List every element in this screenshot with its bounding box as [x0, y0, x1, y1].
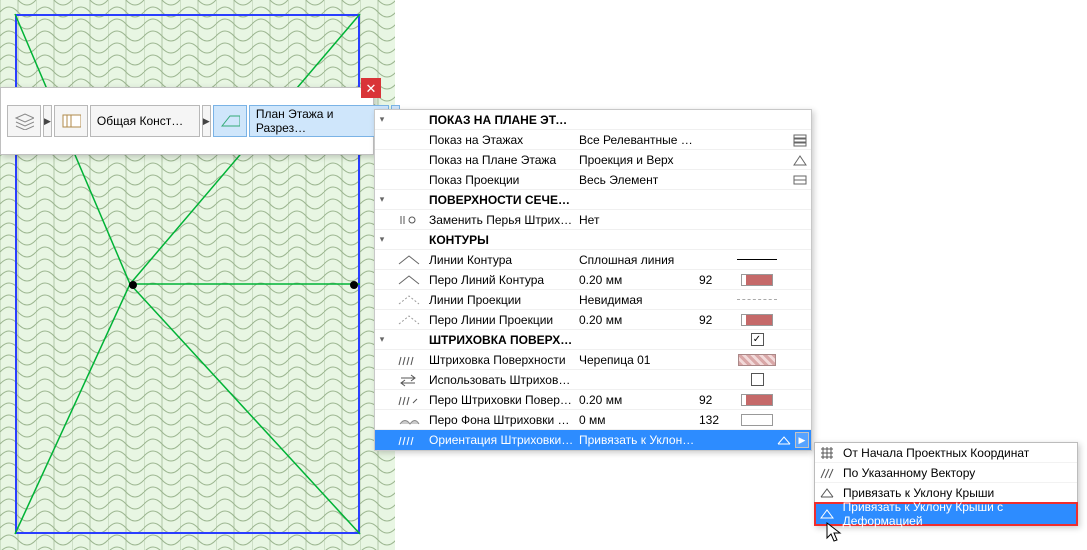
projection-icon — [791, 152, 809, 168]
pen-override-icon — [389, 213, 429, 227]
line-sample-dashed — [737, 299, 777, 300]
section-header-outlines[interactable]: ▾ КОНТУРЫ — [375, 230, 811, 250]
prop-override-pens[interactable]: Заменить Перья Штрихо… Нет — [375, 210, 811, 230]
hatch-small-icon — [817, 466, 837, 480]
pen-swatch — [741, 394, 773, 406]
pen-swatch — [741, 274, 773, 286]
line-sample-solid — [737, 259, 777, 260]
plan-label: План Этажа и Разрез… — [256, 107, 382, 135]
prop-projection-pen[interactable]: Перо Линии Проекции 0.20 мм 92 — [375, 310, 811, 330]
prop-fill-orientation[interactable]: Ориентация Штриховки … Привязать к Уклон… — [375, 430, 811, 450]
structure-label: Общая Конст… — [97, 114, 183, 128]
structure-expand-button[interactable]: ▶ — [202, 105, 211, 137]
section-header-floorplan[interactable]: ▾ ПОКАЗ НА ПЛАНЕ ЭТАЖА — [375, 110, 811, 130]
ctx-option-roof-slope-distort[interactable]: Привязать к Уклону Крыши с Деформацией — [816, 504, 1076, 524]
ctx-option-origin[interactable]: От Начала Проектных Координат — [815, 443, 1077, 463]
cover-enable-checkbox[interactable]: ✓ — [751, 333, 764, 346]
bg-pen-icon — [389, 413, 429, 427]
hatch-orient-icon — [389, 433, 429, 447]
pen-swatch — [741, 314, 773, 326]
line-icon — [389, 253, 429, 267]
pen-icon — [389, 313, 429, 327]
story-icon — [791, 132, 809, 148]
close-button[interactable]: ✕ — [361, 78, 381, 98]
structure-dropdown[interactable]: Общая Конст… — [90, 105, 200, 137]
use-fill-checkbox[interactable] — [751, 373, 764, 386]
prop-floorplan-display[interactable]: Показ на Плане Этажа Проекция и Верх — [375, 150, 811, 170]
properties-panel: ▾ ПОКАЗ НА ПЛАНЕ ЭТАЖА Показ на Этажах В… — [374, 109, 812, 451]
prop-show-projection[interactable]: Показ Проекции Весь Элемент — [375, 170, 811, 190]
prop-cover-bg-pen[interactable]: Перо Фона Штриховки П… 0 мм 132 — [375, 410, 811, 430]
hatch-icon — [389, 353, 429, 367]
layer-expand-button[interactable]: ▶ — [43, 105, 52, 137]
prop-projection-lines[interactable]: Линии Проекции Невидимая — [375, 290, 811, 310]
prop-contour-pen[interactable]: Перо Линий Контура 0.20 мм 92 — [375, 270, 811, 290]
pen-icon — [389, 273, 429, 287]
roof-outline-icon — [817, 486, 837, 500]
node-handle[interactable] — [129, 281, 137, 289]
fill-orientation-submenu: От Начала Проектных Координат По Указанн… — [814, 442, 1078, 526]
settings-toolbar-dialog: ✕ ▶ Общая Конст… ▶ План Этажа и Разрез… … — [0, 87, 374, 155]
submenu-arrow-button[interactable]: ▶ — [795, 432, 809, 448]
section-header-cut[interactable]: ▾ ПОВЕРХНОСТИ СЕЧЕНИЯ — [375, 190, 811, 210]
prop-cover-fill-pen[interactable]: Перо Штриховки Поверх… 0.20 мм 92 — [375, 390, 811, 410]
prop-show-on-stories[interactable]: Показ на Этажах Все Релевантные Э… — [375, 130, 811, 150]
ctx-option-vector[interactable]: По Указанному Вектору — [815, 463, 1077, 483]
hatch-pen-icon — [389, 393, 429, 407]
structure-icon-button[interactable] — [54, 105, 88, 137]
roof-slope-icon — [775, 433, 793, 447]
prop-cover-fill[interactable]: Штриховка Поверхности Черепица 01 — [375, 350, 811, 370]
element-icon — [791, 172, 809, 188]
line-icon — [389, 293, 429, 307]
plan-icon-button[interactable] — [213, 105, 247, 137]
section-header-cover[interactable]: ▾ ШТРИХОВКА ПОВЕРХНОСТЕЙ ✓ — [375, 330, 811, 350]
roof-filled-icon — [818, 507, 837, 521]
layer-icon-button[interactable] — [7, 105, 41, 137]
pen-swatch — [741, 414, 773, 426]
mouse-cursor — [826, 522, 844, 549]
swap-icon — [389, 373, 429, 387]
grid-icon — [817, 446, 837, 460]
hatch-sample — [738, 354, 776, 366]
node-handle[interactable] — [350, 281, 358, 289]
prop-contour-lines[interactable]: Линии Контура Сплошная линия — [375, 250, 811, 270]
plan-dropdown[interactable]: План Этажа и Разрез… — [249, 105, 389, 137]
prop-use-fill[interactable]: Использовать Штриховк… — [375, 370, 811, 390]
